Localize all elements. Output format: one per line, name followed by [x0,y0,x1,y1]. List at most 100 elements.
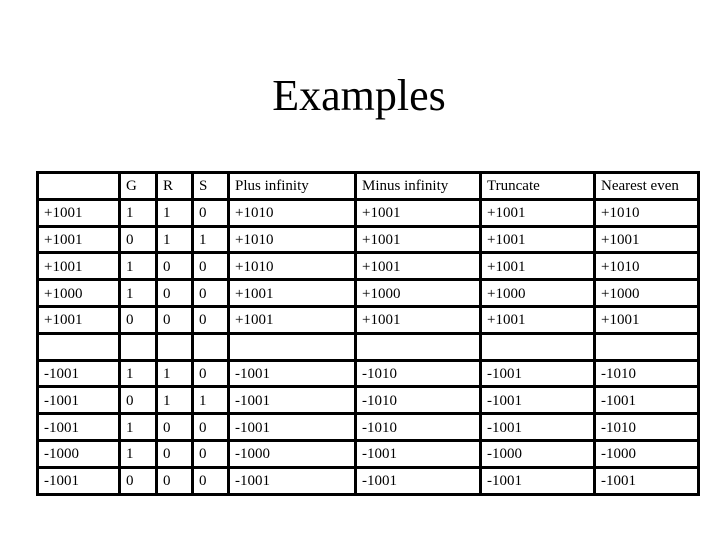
cell-plus-infinity: -1001 [227,412,357,442]
cell-truncate: +1000 [479,278,596,308]
cell-nearest-even: -1001 [593,465,700,496]
header-cell-round: R [155,171,194,201]
cell-truncate: +1001 [479,251,596,282]
cell-minus-infinity: +1001 [354,197,482,228]
cell-round [155,331,194,362]
cell-round: 0 [155,465,194,496]
cell-minus-infinity: -1010 [354,358,482,389]
cell-guard: 1 [118,412,158,442]
cell-plus-infinity: -1001 [227,465,357,496]
cell-sticky [191,331,230,362]
cell-truncate: +1001 [479,224,596,255]
cell-minus-infinity: +1001 [354,224,482,255]
cell-sticky: 0 [191,251,230,282]
cell-minus-infinity: -1010 [354,412,482,442]
cell-truncate [479,331,596,362]
table-row: +1001 1 0 0 +1010 +1001 +1001 +1010 [36,251,700,282]
cell-nearest-even: -1010 [593,412,700,442]
cell-plus-infinity: +1010 [227,224,357,255]
cell-minus-infinity: +1000 [354,278,482,308]
cell-sticky: 1 [191,385,230,416]
table-row: -1000 1 0 0 -1000 -1001 -1000 -1000 [36,438,700,469]
cell-sticky: 0 [191,465,230,496]
cell-sticky: 0 [191,412,230,442]
table-row: +1001 0 1 1 +1010 +1001 +1001 +1001 [36,224,700,255]
cell-round: 0 [155,278,194,308]
cell-round: 1 [155,197,194,228]
cell-sticky: 0 [191,278,230,308]
cell-plus-infinity: -1000 [227,438,357,469]
cell-value: -1001 [36,412,121,442]
cell-value: +1001 [36,304,121,335]
cell-truncate: -1001 [479,465,596,496]
cell-value: +1000 [36,278,121,308]
cell-nearest-even: -1000 [593,438,700,469]
cell-truncate: +1001 [479,304,596,335]
cell-plus-infinity: +1001 [227,304,357,335]
cell-truncate: -1001 [479,358,596,389]
cell-value: +1001 [36,224,121,255]
table-row: -1001 0 0 0 -1001 -1001 -1001 -1001 [36,465,700,496]
cell-guard: 0 [118,304,158,335]
table-body: +1001 1 1 0 +1010 +1001 +1001 +1010 +1001 0 1 1 +101… [36,197,700,496]
cell-plus-infinity: +1010 [227,251,357,282]
cell-guard: 1 [118,197,158,228]
cell-value: -1000 [36,438,121,469]
table-row: -1001 0 1 1 -1001 -1010 -1001 -1001 [36,385,700,416]
table-row: +1001 1 1 0 +1010 +1001 +1001 +1010 [36,197,700,228]
cell-truncate: -1001 [479,385,596,416]
cell-nearest-even [593,331,700,362]
header-cell-guard: G [118,171,158,201]
cell-minus-infinity: +1001 [354,304,482,335]
cell-minus-infinity: -1001 [354,465,482,496]
cell-truncate: -1000 [479,438,596,469]
cell-plus-infinity [227,331,357,362]
cell-guard: 1 [118,358,158,389]
header-cell-minus-infinity: Minus infinity [354,171,482,201]
header-cell-nearest-even: Nearest even [593,171,700,201]
header-cell-plus-infinity: Plus infinity [227,171,357,201]
cell-round: 0 [155,251,194,282]
table-row: +1001 0 0 0 +1001 +1001 +1001 +1001 [36,304,700,335]
cell-sticky: 0 [191,197,230,228]
cell-value: -1001 [36,358,121,389]
rounding-examples-table: G R S Plus infinity Minus infinity Trunc… [36,171,700,496]
cell-plus-infinity: +1010 [227,197,357,228]
cell-sticky: 1 [191,224,230,255]
cell-round: 1 [155,385,194,416]
cell-nearest-even: +1000 [593,278,700,308]
cell-plus-infinity: -1001 [227,385,357,416]
cell-guard [118,331,158,362]
cell-round: 0 [155,438,194,469]
cell-guard: 1 [118,438,158,469]
cell-sticky: 0 [191,358,230,389]
cell-truncate: +1001 [479,197,596,228]
cell-nearest-even: -1010 [593,358,700,389]
cell-sticky: 0 [191,438,230,469]
cell-guard: 1 [118,251,158,282]
cell-plus-infinity: +1001 [227,278,357,308]
header-row: G R S Plus infinity Minus infinity Trunc… [36,171,700,201]
cell-minus-infinity: -1010 [354,385,482,416]
cell-guard: 0 [118,465,158,496]
cell-value [36,331,121,362]
table-row: -1001 1 0 0 -1001 -1010 -1001 -1010 [36,412,700,442]
cell-round: 1 [155,224,194,255]
header-cell-truncate: Truncate [479,171,596,201]
cell-minus-infinity [354,331,482,362]
header-cell-value [36,171,121,201]
cell-nearest-even: +1001 [593,304,700,335]
cell-nearest-even: -1001 [593,385,700,416]
cell-value: -1001 [36,465,121,496]
cell-value: +1001 [36,197,121,228]
slide-title: Examples [272,71,446,120]
cell-nearest-even: +1001 [593,224,700,255]
cell-truncate: -1001 [479,412,596,442]
cell-sticky: 0 [191,304,230,335]
cell-value: +1001 [36,251,121,282]
cell-value: -1001 [36,385,121,416]
cell-nearest-even: +1010 [593,251,700,282]
cell-round: 0 [155,304,194,335]
table-row: +1000 1 0 0 +1001 +1000 +1000 +1000 [36,278,700,308]
cell-guard: 0 [118,224,158,255]
